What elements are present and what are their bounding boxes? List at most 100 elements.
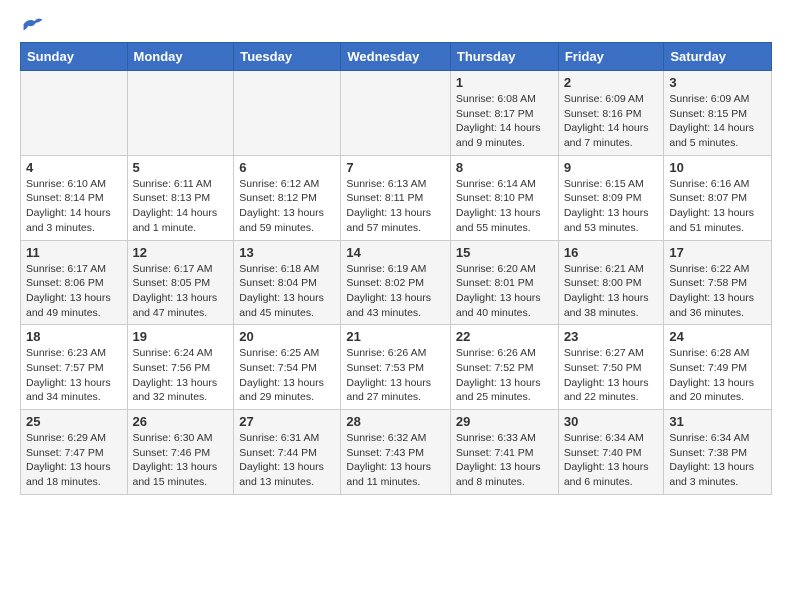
day-info: Sunrise: 6:20 AM Sunset: 8:01 PM Dayligh… <box>456 262 553 321</box>
calendar-cell: 13Sunrise: 6:18 AM Sunset: 8:04 PM Dayli… <box>234 240 341 325</box>
weekday-header-tuesday: Tuesday <box>234 43 341 71</box>
day-info: Sunrise: 6:32 AM Sunset: 7:43 PM Dayligh… <box>346 431 445 490</box>
day-number: 20 <box>239 329 335 344</box>
logo-bird-icon <box>22 16 44 34</box>
day-info: Sunrise: 6:33 AM Sunset: 7:41 PM Dayligh… <box>456 431 553 490</box>
day-number: 17 <box>669 245 766 260</box>
day-number: 1 <box>456 75 553 90</box>
calendar-cell: 23 Sunrise: 6:27 AM Sunset: 7:50 PM Dayli… <box>558 325 664 410</box>
day-number: 9 <box>564 160 659 175</box>
calendar-cell: 18Sunrise: 6:23 AM Sunset: 7:57 PM Dayli… <box>21 325 128 410</box>
calendar-cell <box>21 71 128 156</box>
calendar-cell: 15 Sunrise: 6:20 AM Sunset: 8:01 PM Dayli… <box>450 240 558 325</box>
day-info: Sunrise: 6:16 AM Sunset: 8:07 PM Dayligh… <box>669 177 766 236</box>
calendar-cell: 6 Sunrise: 6:12 AM Sunset: 8:12 PM Daylig… <box>234 155 341 240</box>
day-info: Sunrise: 6:08 AM Sunset: 8:17 PM Dayligh… <box>456 92 553 151</box>
day-number: 24 <box>669 329 766 344</box>
day-number: 15 <box>456 245 553 260</box>
day-info: Sunrise: 6:34 AM Sunset: 7:40 PM Dayligh… <box>564 431 659 490</box>
weekday-header-friday: Friday <box>558 43 664 71</box>
calendar-week-row: 11 Sunrise: 6:17 AM Sunset: 8:06 PM Dayli… <box>21 240 772 325</box>
day-number: 22 <box>456 329 553 344</box>
calendar-cell: 20 Sunrise: 6:25 AM Sunset: 7:54 PM Dayli… <box>234 325 341 410</box>
day-number: 4 <box>26 160 122 175</box>
calendar-cell: 3Sunrise: 6:09 AM Sunset: 8:15 PM Daylig… <box>664 71 772 156</box>
day-info: Sunrise: 6:34 AM Sunset: 7:38 PM Dayligh… <box>669 431 766 490</box>
calendar-cell: 1 Sunrise: 6:08 AM Sunset: 8:17 PM Daylig… <box>450 71 558 156</box>
calendar-cell: 27Sunrise: 6:31 AM Sunset: 7:44 PM Dayli… <box>234 410 341 495</box>
day-number: 6 <box>239 160 335 175</box>
calendar-cell: 17 Sunrise: 6:22 AM Sunset: 7:58 PM Dayli… <box>664 240 772 325</box>
day-info: Sunrise: 6:15 AM Sunset: 8:09 PM Dayligh… <box>564 177 659 236</box>
day-info: Sunrise: 6:26 AM Sunset: 7:52 PM Dayligh… <box>456 346 553 405</box>
day-number: 29 <box>456 414 553 429</box>
calendar-cell: 30 Sunrise: 6:34 AM Sunset: 7:40 PM Dayli… <box>558 410 664 495</box>
day-info: Sunrise: 6:12 AM Sunset: 8:12 PM Dayligh… <box>239 177 335 236</box>
day-number: 12 <box>133 245 229 260</box>
calendar-cell: 16 Sunrise: 6:21 AM Sunset: 8:00 PM Dayli… <box>558 240 664 325</box>
calendar-cell: 14 Sunrise: 6:19 AM Sunset: 8:02 PM Dayli… <box>341 240 451 325</box>
weekday-header-monday: Monday <box>127 43 234 71</box>
header <box>20 16 772 34</box>
day-number: 23 <box>564 329 659 344</box>
weekday-header-saturday: Saturday <box>664 43 772 71</box>
day-info: Sunrise: 6:17 AM Sunset: 8:06 PM Dayligh… <box>26 262 122 321</box>
day-number: 7 <box>346 160 445 175</box>
weekday-header-thursday: Thursday <box>450 43 558 71</box>
day-number: 8 <box>456 160 553 175</box>
calendar-cell <box>234 71 341 156</box>
calendar-cell: 2Sunrise: 6:09 AM Sunset: 8:16 PM Daylig… <box>558 71 664 156</box>
calendar-cell: 10 Sunrise: 6:16 AM Sunset: 8:07 PM Dayli… <box>664 155 772 240</box>
calendar-cell: 25 Sunrise: 6:29 AM Sunset: 7:47 PM Dayli… <box>21 410 128 495</box>
day-info: Sunrise: 6:21 AM Sunset: 8:00 PM Dayligh… <box>564 262 659 321</box>
calendar-cell: 26 Sunrise: 6:30 AM Sunset: 7:46 PM Dayli… <box>127 410 234 495</box>
day-info: Sunrise: 6:23 AM Sunset: 7:57 PM Dayligh… <box>26 346 122 405</box>
day-number: 26 <box>133 414 229 429</box>
day-number: 30 <box>564 414 659 429</box>
calendar-week-row: 18Sunrise: 6:23 AM Sunset: 7:57 PM Dayli… <box>21 325 772 410</box>
day-number: 5 <box>133 160 229 175</box>
day-info: Sunrise: 6:27 AM Sunset: 7:50 PM Dayligh… <box>564 346 659 405</box>
day-info: Sunrise: 6:25 AM Sunset: 7:54 PM Dayligh… <box>239 346 335 405</box>
day-number: 3 <box>669 75 766 90</box>
day-info: Sunrise: 6:10 AM Sunset: 8:14 PM Dayligh… <box>26 177 122 236</box>
day-info: Sunrise: 6:30 AM Sunset: 7:46 PM Dayligh… <box>133 431 229 490</box>
day-info: Sunrise: 6:13 AM Sunset: 8:11 PM Dayligh… <box>346 177 445 236</box>
day-info: Sunrise: 6:24 AM Sunset: 7:56 PM Dayligh… <box>133 346 229 405</box>
calendar-cell: 9 Sunrise: 6:15 AM Sunset: 8:09 PM Daylig… <box>558 155 664 240</box>
calendar-cell <box>341 71 451 156</box>
calendar-cell: 11 Sunrise: 6:17 AM Sunset: 8:06 PM Dayli… <box>21 240 128 325</box>
day-number: 14 <box>346 245 445 260</box>
day-info: Sunrise: 6:22 AM Sunset: 7:58 PM Dayligh… <box>669 262 766 321</box>
weekday-header-row: SundayMondayTuesdayWednesdayThursdayFrid… <box>21 43 772 71</box>
calendar-cell: 7 Sunrise: 6:13 AM Sunset: 8:11 PM Daylig… <box>341 155 451 240</box>
day-number: 25 <box>26 414 122 429</box>
calendar-cell: 31Sunrise: 6:34 AM Sunset: 7:38 PM Dayli… <box>664 410 772 495</box>
calendar-week-row: 1 Sunrise: 6:08 AM Sunset: 8:17 PM Daylig… <box>21 71 772 156</box>
day-number: 16 <box>564 245 659 260</box>
calendar-cell: 8Sunrise: 6:14 AM Sunset: 8:10 PM Daylig… <box>450 155 558 240</box>
calendar-week-row: 25 Sunrise: 6:29 AM Sunset: 7:47 PM Dayli… <box>21 410 772 495</box>
calendar-cell: 29 Sunrise: 6:33 AM Sunset: 7:41 PM Dayli… <box>450 410 558 495</box>
day-info: Sunrise: 6:19 AM Sunset: 8:02 PM Dayligh… <box>346 262 445 321</box>
calendar-cell: 19Sunrise: 6:24 AM Sunset: 7:56 PM Dayli… <box>127 325 234 410</box>
calendar-week-row: 4 Sunrise: 6:10 AM Sunset: 8:14 PM Daylig… <box>21 155 772 240</box>
day-info: Sunrise: 6:17 AM Sunset: 8:05 PM Dayligh… <box>133 262 229 321</box>
weekday-header-wednesday: Wednesday <box>341 43 451 71</box>
calendar-table: SundayMondayTuesdayWednesdayThursdayFrid… <box>20 42 772 495</box>
calendar-cell: 4 Sunrise: 6:10 AM Sunset: 8:14 PM Daylig… <box>21 155 128 240</box>
day-info: Sunrise: 6:31 AM Sunset: 7:44 PM Dayligh… <box>239 431 335 490</box>
day-info: Sunrise: 6:11 AM Sunset: 8:13 PM Dayligh… <box>133 177 229 236</box>
day-number: 21 <box>346 329 445 344</box>
day-number: 10 <box>669 160 766 175</box>
day-number: 28 <box>346 414 445 429</box>
calendar-cell: 21 Sunrise: 6:26 AM Sunset: 7:53 PM Dayli… <box>341 325 451 410</box>
day-info: Sunrise: 6:26 AM Sunset: 7:53 PM Dayligh… <box>346 346 445 405</box>
calendar-cell: 12 Sunrise: 6:17 AM Sunset: 8:05 PM Dayli… <box>127 240 234 325</box>
weekday-header-sunday: Sunday <box>21 43 128 71</box>
calendar-cell <box>127 71 234 156</box>
day-number: 2 <box>564 75 659 90</box>
calendar-cell: 28 Sunrise: 6:32 AM Sunset: 7:43 PM Dayli… <box>341 410 451 495</box>
day-number: 11 <box>26 245 122 260</box>
day-info: Sunrise: 6:29 AM Sunset: 7:47 PM Dayligh… <box>26 431 122 490</box>
